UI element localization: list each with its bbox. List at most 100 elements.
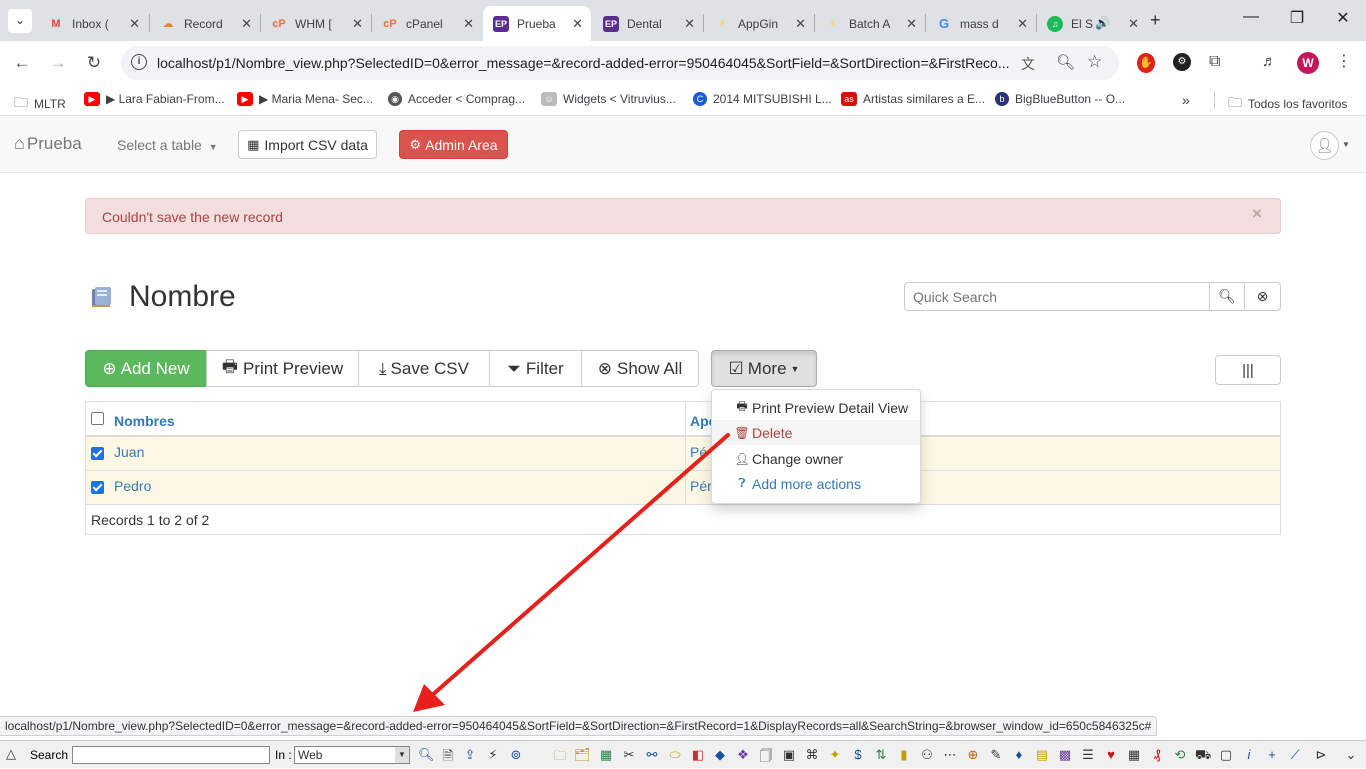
heart-tool-icon[interactable]: ♥	[1103, 747, 1119, 762]
close-icon[interactable]: ✕	[1017, 16, 1028, 32]
minimize-icon[interactable]: —	[1236, 8, 1266, 26]
close-icon[interactable]: ✕	[795, 16, 806, 32]
back-icon[interactable]: ←	[10, 51, 34, 75]
close-icon[interactable]: ✕	[572, 16, 583, 32]
dots-tool-icon[interactable]: ⋯	[942, 747, 958, 763]
tab-record[interactable]: ☁ Record ✕	[150, 6, 260, 41]
row-checkbox[interactable]	[91, 481, 104, 494]
alert-close-button[interactable]: ×	[1252, 204, 1262, 224]
menu-item-print-preview-detail[interactable]: 🖶 Print Preview Detail View	[712, 395, 920, 420]
stamp-tool-icon[interactable]: ⌘	[804, 747, 820, 763]
speaker-icon[interactable]: 🔊	[1095, 16, 1110, 30]
options-tool-icon[interactable]: ⊳	[1313, 747, 1329, 763]
extensions-puzzle-icon[interactable]: ⧉	[1209, 53, 1220, 71]
forward-icon[interactable]: →	[46, 51, 70, 75]
bookmark-artistas[interactable]: as Artistas similares a E...	[841, 92, 985, 106]
folder-tool-icon[interactable]: 🗀	[552, 747, 568, 769]
caret-down-icon[interactable]: ▼	[1342, 140, 1350, 149]
tab-whm[interactable]: cP WHM [ ✕	[261, 6, 371, 41]
add-new-button[interactable]: ⊕ Add New	[85, 350, 207, 387]
select-table-dropdown[interactable]: Select a table ▼	[117, 137, 218, 153]
bookmark-maria-mena[interactable]: ▶ ▶ Maria Mena- Sec...	[237, 92, 373, 106]
close-icon[interactable]: ✕	[906, 16, 917, 32]
table-row[interactable]: Juan Pé	[86, 437, 1280, 471]
box-tool-icon[interactable]: ❖	[735, 747, 751, 763]
tab-prueba[interactable]: EP Prueba ✕	[483, 6, 591, 41]
cell-apellido[interactable]: Pér	[690, 478, 712, 494]
tag-tool-icon[interactable]: ⬭	[667, 747, 683, 763]
color-tool-icon[interactable]: ◧	[690, 747, 706, 763]
tab-batch[interactable]: ⚡ Batch A ✕	[815, 6, 925, 41]
user-avatar[interactable]: 👤︎	[1310, 131, 1339, 160]
bookmark-mltr[interactable]: 🗀 MLTR	[14, 92, 66, 116]
bookmark-star-icon[interactable]: ☆	[1087, 52, 1102, 72]
tab-gmail[interactable]: M Inbox ( ✕	[38, 6, 148, 41]
tab-google[interactable]: G mass d ✕	[926, 6, 1036, 41]
bookmark-widgets[interactable]: ☺ Widgets < Vitruvius...	[541, 92, 676, 106]
tab-dental[interactable]: EP Dental ✕	[593, 6, 703, 41]
admin-area-button[interactable]: ⚙ Admin Area	[399, 130, 508, 159]
columns-toggle-button[interactable]: |||	[1215, 355, 1281, 385]
table-row[interactable]: Pedro Pér	[86, 471, 1280, 505]
menu-item-delete[interactable]: 🗑 Delete	[712, 420, 920, 445]
clear-search-button[interactable]: ⊗	[1244, 282, 1281, 311]
cell-nombres[interactable]: Juan	[114, 444, 144, 460]
restore-icon[interactable]: ❐	[1282, 8, 1312, 28]
chart-tool-icon[interactable]: ⟋	[1287, 747, 1303, 763]
tab-cpanel[interactable]: cP cPanel ✕	[372, 6, 482, 41]
more-bookmarks-chevron-icon[interactable]: »	[1182, 92, 1190, 108]
battery-tool-icon[interactable]: ▮	[896, 747, 912, 763]
search-button[interactable]: 🔍︎	[1209, 282, 1245, 311]
diamond-tool-icon[interactable]: ◆	[712, 747, 728, 763]
calendar-tool-icon[interactable]: ▦	[598, 747, 614, 763]
calculator-tool-icon[interactable]: ▦	[1126, 747, 1142, 763]
brand-link[interactable]: ⌂ Prueba	[14, 133, 82, 154]
settings-tool-icon[interactable]: ⊚	[508, 747, 524, 763]
import-csv-button[interactable]: ▦ Import CSV data	[238, 130, 377, 159]
image-tool-icon[interactable]: ▩	[1057, 747, 1073, 763]
tab-spotify[interactable]: ♫ El S 🔊 ✕	[1037, 6, 1147, 41]
extension-icon[interactable]: ⚙	[1173, 53, 1191, 71]
bookmark-bigbluebutton[interactable]: b BigBlueButton -- O...	[995, 92, 1125, 106]
clipboard-tool-icon[interactable]: 🗍	[758, 747, 774, 769]
media-control-icon[interactable]: ♬	[1262, 53, 1277, 70]
filter-button[interactable]: ⏷ Filter	[489, 350, 582, 387]
scissors-tool-icon[interactable]: ✂	[621, 747, 637, 763]
menu-item-change-owner[interactable]: 👤︎ Change owner	[712, 446, 920, 471]
binoculars-tool-icon[interactable]: ⚯	[644, 747, 660, 763]
cell-nombres[interactable]: Pedro	[114, 478, 151, 494]
row-checkbox[interactable]	[91, 447, 104, 460]
globe-tool-icon[interactable]: ⊕	[965, 747, 981, 763]
url-text[interactable]: localhost/p1/Nombre_view.php?SelectedID=…	[157, 55, 1017, 71]
close-icon[interactable]: ✕	[684, 16, 695, 32]
zoom-icon[interactable]: 🔍︎	[1056, 53, 1075, 71]
close-icon[interactable]: ✕	[1128, 16, 1139, 32]
cell-apellido[interactable]: Pé	[690, 444, 707, 460]
reload-icon[interactable]: ↻	[82, 51, 106, 75]
profile-avatar[interactable]: W	[1297, 52, 1319, 74]
add-tool-icon[interactable]: +	[1264, 747, 1280, 762]
all-bookmarks-folder[interactable]: 🗀 Todos los favoritos	[1228, 92, 1347, 116]
address-bar[interactable]: i localhost/p1/Nombre_view.php?SelectedI…	[121, 46, 1119, 80]
gem-tool-icon[interactable]: ♦	[1011, 747, 1027, 762]
folders-tool-icon[interactable]: 🗂	[574, 747, 591, 763]
dollar-tool-icon[interactable]: $	[850, 747, 866, 762]
menu-item-add-more-actions[interactable]: ❓︎ Add more actions	[712, 471, 920, 496]
lightning-tool-icon[interactable]: ⚡	[485, 747, 501, 763]
select-all-checkbox[interactable]	[91, 412, 104, 425]
quick-search-input[interactable]	[904, 282, 1210, 311]
people-tool-icon[interactable]: ⚇	[919, 747, 935, 763]
bottom-search-input[interactable]	[72, 746, 270, 764]
more-dropdown-button[interactable]: ☑ More ▼	[711, 350, 817, 387]
adblock-extension-icon[interactable]: ✋	[1137, 53, 1155, 73]
column-header-nombres[interactable]: Nombres	[114, 413, 175, 429]
search-scope-select[interactable]: Web ▼	[294, 746, 410, 764]
pen-tool-icon[interactable]: ✎	[988, 747, 1004, 763]
close-icon[interactable]: ✕	[241, 16, 252, 32]
archive-tool-icon[interactable]: ▣	[781, 747, 797, 763]
arrows-tool-icon[interactable]: ⇅	[873, 747, 889, 763]
portrait-tool-icon[interactable]: ▢	[1218, 747, 1234, 763]
translate-icon[interactable]: ⽂	[1021, 54, 1035, 74]
symbol-tool-icon[interactable]: ₰	[1149, 747, 1165, 762]
info-tool-icon[interactable]: i	[1241, 747, 1257, 762]
